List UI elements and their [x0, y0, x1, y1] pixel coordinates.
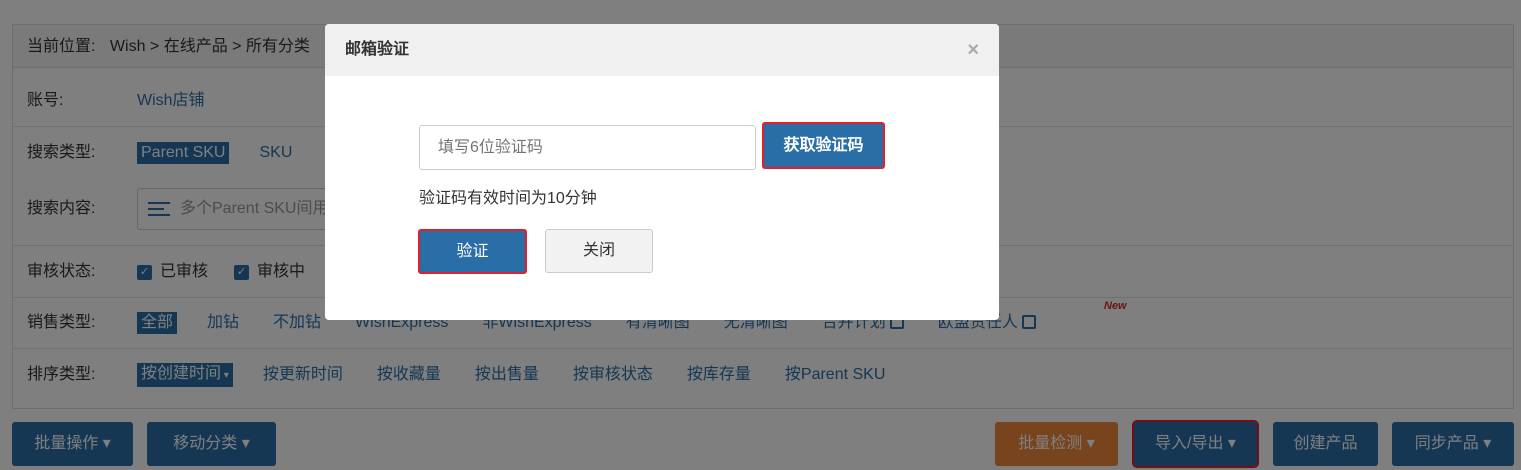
get-code-button[interactable]: 获取验证码 — [762, 122, 885, 169]
dialog-title: 邮箱验证 — [345, 41, 410, 58]
verification-code-input[interactable] — [419, 125, 756, 170]
dialog-header: 邮箱验证 × — [325, 24, 999, 76]
verify-button[interactable]: 验证 — [418, 229, 527, 274]
close-icon[interactable]: × — [967, 24, 979, 76]
email-verify-dialog: 邮箱验证 × 获取验证码 验证码有效时间为10分钟 验证 关闭 — [325, 24, 999, 320]
code-validity-hint: 验证码有效时间为10分钟 — [419, 190, 597, 207]
close-button[interactable]: 关闭 — [545, 229, 653, 273]
